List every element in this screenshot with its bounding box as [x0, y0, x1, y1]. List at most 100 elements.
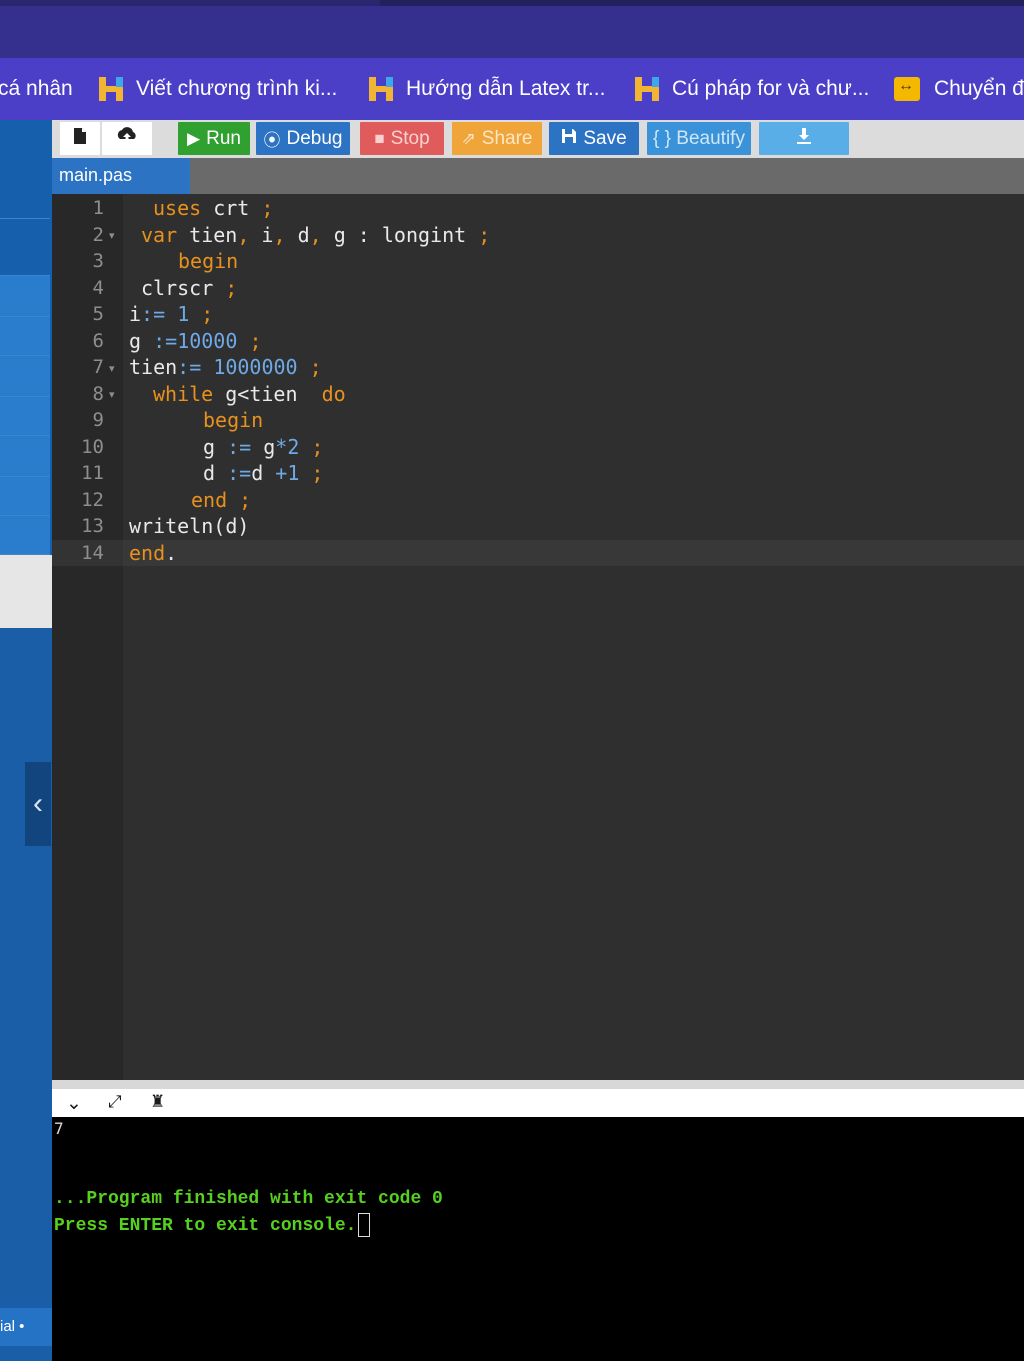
upload-icon — [116, 126, 138, 151]
sidebar-gray-panel — [0, 555, 52, 628]
sidebar-item[interactable] — [0, 120, 50, 219]
sidebar-item[interactable] — [0, 436, 50, 477]
line-number: 3 — [92, 250, 104, 272]
code-line: var tien, i, d, g : longint ; — [141, 223, 491, 247]
sidebar-item[interactable] — [0, 516, 50, 555]
console-finished-message: ...Program finished with exit code 0 — [54, 1189, 443, 1209]
tab-main-pas[interactable]: main.pas — [52, 158, 190, 194]
code-line: end ; — [191, 488, 252, 512]
sidebar-footer[interactable]: ial • — [0, 1308, 52, 1346]
console-press-enter: Press ENTER to exit console. — [54, 1213, 371, 1237]
code-line: g :=10000 ; — [129, 329, 262, 353]
bookmark-cu-phap-for[interactable]: Cú pháp for và chư... — [634, 58, 869, 120]
line-number: 13 — [81, 515, 104, 537]
h-logo-icon — [368, 75, 394, 103]
sidebar-item[interactable] — [0, 276, 50, 317]
press-enter-text: Press ENTER to exit console. — [54, 1215, 357, 1236]
sidebar-item[interactable] — [0, 397, 50, 436]
line-number: 1 — [92, 197, 104, 219]
text-cursor — [358, 1213, 371, 1237]
code-line: tien:= 1000000 ; — [129, 355, 322, 379]
sidebar-footer-text: ial • — [0, 1318, 25, 1335]
download-button[interactable] — [759, 122, 849, 155]
bookmark-label: Viết chương trình ki... — [136, 77, 338, 100]
bookmark-huong-dan-latex[interactable]: Hướng dẫn Latex tr... — [368, 58, 605, 120]
code-line: writeln(d) — [129, 514, 250, 538]
line-number: 5 — [92, 303, 104, 325]
browser-title-strip — [0, 0, 1024, 58]
bookmark-ca-nhan[interactable]: cá nhân — [0, 58, 73, 120]
share-button[interactable]: ⇗ Share — [452, 122, 542, 155]
line-number: 11 — [81, 462, 104, 484]
expand-icon[interactable]: ⤢ — [108, 1092, 122, 1112]
chevron-down-icon[interactable]: ⌄ — [66, 1092, 82, 1115]
code-line: begin — [178, 249, 239, 273]
convert-icon — [894, 77, 920, 101]
line-number: 6 — [92, 330, 104, 352]
line-number: 4 — [92, 277, 104, 299]
console-program-output: 7 — [54, 1119, 64, 1138]
bookmark-label: cá nhân — [0, 77, 73, 100]
debug-icon: ⦿ — [263, 131, 281, 150]
sidebar-item[interactable] — [0, 219, 50, 276]
code-line: begin — [203, 408, 264, 432]
save-label: Save — [583, 127, 627, 149]
stop-label: Stop — [390, 127, 430, 149]
code-line: while g<tien do — [153, 382, 346, 406]
code-line: clrscr ; — [141, 276, 238, 300]
fold-arrow-icon[interactable]: ▾ — [109, 229, 115, 242]
code-line: end. — [129, 541, 178, 565]
beautify-label: { } Beautify — [653, 127, 745, 149]
download-icon — [795, 127, 813, 151]
upload-button[interactable] — [102, 122, 152, 155]
code-line: uses crt ; — [153, 196, 274, 220]
run-button[interactable]: ▶ Run — [178, 122, 250, 155]
browser-tab-edge-dark — [380, 0, 1024, 6]
beautify-button[interactable]: { } Beautify — [647, 122, 751, 155]
h-logo-icon — [634, 75, 660, 103]
share-icon: ⇗ — [461, 128, 476, 148]
collapse-sidebar-button[interactable]: ‹ — [25, 762, 51, 846]
clear-console-icon[interactable]: ♜ — [150, 1092, 165, 1112]
console-output[interactable]: 7 ...Program finished with exit code 0 P… — [52, 1117, 1024, 1361]
sidebar-item[interactable] — [0, 317, 50, 356]
bookmarks-bar: cá nhân Viết chương trình ki... Hướng dẫ… — [0, 58, 1024, 120]
line-number-gutter — [52, 194, 123, 1080]
sidebar-item[interactable] — [0, 477, 50, 516]
sidebar-item[interactable] — [0, 356, 50, 397]
code-line: d :=d +1 ; — [203, 461, 324, 485]
line-number: 8 — [92, 383, 104, 405]
file-icon — [73, 127, 87, 151]
code-line: i:= 1 ; — [129, 302, 214, 326]
line-number: 12 — [81, 489, 104, 511]
stop-button[interactable]: ■ Stop — [360, 122, 444, 155]
sidebar-lower-panel — [0, 628, 52, 1361]
console-header: ⌄ ⤢ ♜ — [52, 1089, 1024, 1117]
debug-button[interactable]: ⦿ Debug — [256, 122, 350, 155]
bookmark-label: Cú pháp for và chư... — [672, 77, 870, 100]
fold-arrow-icon[interactable]: ▾ — [109, 362, 115, 375]
console-resize-bar[interactable] — [52, 1080, 1024, 1089]
file-tab-strip: main.pas — [52, 158, 1024, 194]
new-file-button[interactable] — [60, 122, 100, 155]
code-line: g := g*2 ; — [203, 435, 324, 459]
active-line-highlight — [52, 540, 1024, 566]
play-icon: ▶ — [187, 128, 201, 148]
bookmark-viet-chuong-trinh[interactable]: Viết chương trình ki... — [98, 58, 337, 120]
fold-arrow-icon[interactable]: ▾ — [109, 388, 115, 401]
line-number: 7 — [92, 356, 104, 378]
chevron-left-icon: ‹ — [33, 787, 43, 820]
stop-icon: ■ — [374, 128, 385, 148]
bookmark-chuyen-doi[interactable]: Chuyển đ — [894, 58, 1024, 120]
line-number: 14 — [81, 542, 104, 564]
save-button[interactable]: Save — [549, 122, 639, 155]
bookmark-label: Chuyển đ — [934, 77, 1024, 100]
line-number: 2 — [92, 224, 104, 246]
debug-label: Debug — [286, 127, 343, 149]
code-editor[interactable]: 1 2 3 4 5 6 7 8 9 10 11 12 13 14 ▾ ▾ ▾ u… — [52, 194, 1024, 1080]
share-label: Share — [481, 127, 533, 149]
bookmark-label: Hướng dẫn Latex tr... — [406, 77, 606, 100]
editor-toolbar: ▶ Run ⦿ Debug ■ Stop ⇗ Share Save { } Beauti… — [52, 120, 1024, 158]
tab-label: main.pas — [59, 165, 133, 185]
run-label: Run — [206, 127, 241, 149]
